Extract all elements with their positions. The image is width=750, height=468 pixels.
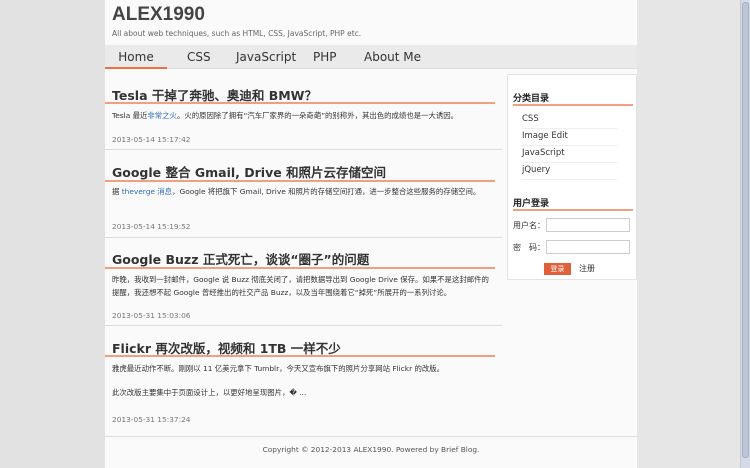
category-jquery[interactable]: jQuery: [522, 163, 617, 180]
main-nav: Home CSS JavaScript PHP About Me: [105, 45, 637, 69]
post-date: 2013-05-14 15:17:42: [112, 135, 191, 144]
post-title[interactable]: Google Buzz 正式死亡，谈谈“圈子”的问题: [112, 249, 369, 268]
post-title-rule: [105, 267, 495, 269]
username-label: 用户名：: [513, 221, 545, 230]
post-text: 据: [112, 187, 122, 196]
categories-heading: 分类目录: [513, 94, 550, 104]
category-image-edit[interactable]: Image Edit: [522, 129, 617, 146]
scrollbar-thumb[interactable]: [742, 2, 749, 458]
nav-home[interactable]: Home: [105, 45, 167, 69]
categories-rule: [513, 104, 633, 106]
post-divider: [105, 237, 502, 238]
vertical-scrollbar[interactable]: [740, 0, 750, 468]
sidebar: 分类目录 CSS Image Edit JavaScript jQuery 用户…: [507, 74, 637, 280]
post-date: 2013-05-31 15:37:24: [112, 415, 191, 424]
post-title-rule: [105, 102, 495, 104]
login-heading: 用户登录: [513, 199, 550, 209]
password-input[interactable]: [546, 240, 630, 254]
post-title-rule: [105, 180, 495, 182]
footer-divider: [105, 436, 637, 437]
post-excerpt: Tesla 最近非常之火。火的原因除了拥有“汽车厂家界的一朵奇葩”的别称外，其出…: [112, 109, 495, 122]
login-button[interactable]: 登录: [544, 263, 571, 275]
page-container: ALEX1990 All about web techniques, such …: [105, 0, 637, 468]
category-css[interactable]: CSS: [522, 112, 617, 129]
category-javascript[interactable]: JavaScript: [522, 146, 617, 163]
post-title[interactable]: Google 整合 Gmail, Drive 和照片云存储空间: [112, 162, 386, 181]
post-date: 2013-05-31 15:03:06: [112, 311, 191, 320]
site-description: All about web techniques, such as HTML, …: [112, 29, 362, 38]
post-date: 2013-05-14 15:19:52: [112, 222, 191, 231]
post-excerpt: 据 theverge 消息，Google 将把旗下 Gmail, Drive 和…: [112, 185, 495, 198]
post-link[interactable]: theverge 消息: [122, 187, 172, 196]
post-excerpt-line: 雅虎最近动作不断。刚刚以 11 亿美元拿下 Tumblr，今天又宣布旗下的照片分…: [112, 364, 445, 373]
login-rule: [513, 209, 633, 211]
post-excerpt: 昨晚，我收到一封邮件，Google 说 Buzz 彻底关闭了，请把数据导出到 G…: [112, 275, 489, 297]
right-gutter: [637, 0, 740, 468]
nav-about-me[interactable]: About Me: [364, 45, 421, 69]
post-excerpt-line: 此次改版主要集中于页面设计上，以更好地呈现图片，� ...: [112, 388, 307, 397]
footer-copyright: Copyright © 2012-2013 ALEX1990. Powered …: [262, 445, 480, 454]
nav-css[interactable]: CSS: [187, 45, 211, 69]
post-divider: [105, 325, 502, 326]
site-title[interactable]: ALEX1990: [112, 4, 205, 26]
post-divider: [105, 149, 502, 150]
post-text: ，Google 将把旗下 Gmail, Drive 和照片的存储空间打通，进一步…: [172, 187, 481, 196]
post-text: Tesla 最近: [112, 111, 148, 120]
register-link[interactable]: 注册: [579, 263, 595, 275]
nav-php[interactable]: PHP: [313, 45, 337, 69]
post-title-rule: [105, 355, 495, 357]
username-input[interactable]: [546, 218, 630, 232]
password-label: 密 码：: [513, 243, 545, 252]
post-text: 。火的原因除了拥有“汽车厂家界的一朵奇葩”的别称外，其出色的成绩也是一大诱因。: [176, 111, 459, 120]
nav-javascript[interactable]: JavaScript: [236, 45, 296, 69]
post-link[interactable]: 非常之火: [147, 111, 177, 120]
